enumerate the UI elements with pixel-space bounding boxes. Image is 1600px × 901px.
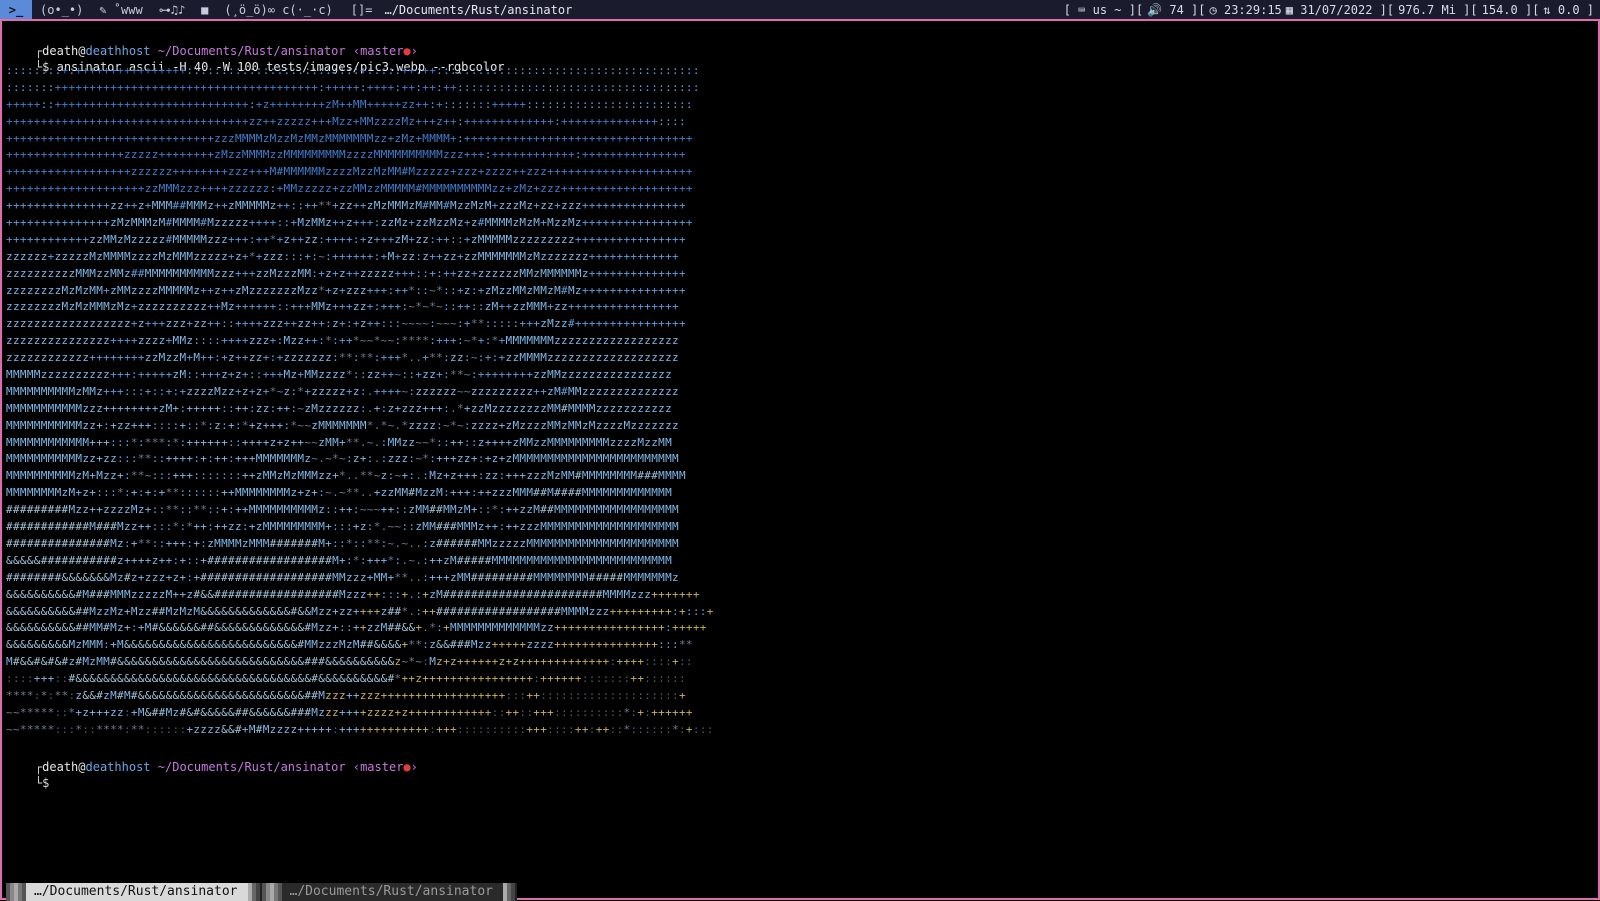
ascii-art-row: ****:*:**:z&&#zM#M#&&&&&&&&&&&&&&&&&&&&&…: [6, 688, 686, 702]
ascii-art-row: &&&&&&&&&MzMMM:+M&&&&&&&&&&&&&&&&&&&&&&&…: [6, 638, 693, 652]
terminal-window[interactable]: ┌death@deathhost ~/Documents/Rust/ansina…: [0, 19, 1600, 901]
prompt-host: deathhost: [85, 760, 151, 774]
prompt-at: @: [78, 760, 86, 774]
ascii-art-row: ~~*****::*+z+++zz:+M&##Mz#&#&&&&&##&&&&&…: [6, 705, 693, 719]
ascii-art-row: +++++++++++++++++zzzzz++++++++zMzzMMMMzz…: [6, 148, 686, 162]
ascii-art-row: zzzzzzzzMzMzMM+zMMzzzzMMMMMz++z++zMzzzzz…: [6, 283, 686, 297]
ascii-art-row: MMMMMzzzzzzzzzz+++:+++++zM::+++z+z+::+++…: [6, 368, 672, 382]
top-status-bar: >_ (o•_•) ✎ ˚www ⊶♫♪ ■ (¸ö_ö)∞ c(·_·c) []= ……: [0, 0, 1600, 19]
git-branch: ‹master: [352, 760, 404, 774]
ascii-art-row: MMMMMMMMMMMzz+zz:::**::++++:+:++:+++MMMM…: [6, 452, 679, 466]
tab-edge-decoration: [6, 883, 26, 901]
ascii-art-row: +++++++++++++++zz++z+MMM##MMMz++zMMMMMz+…: [6, 199, 686, 213]
tab-label: …/Documents/Rust/ansinator: [34, 884, 238, 899]
ascii-art-row: #########Mzz++zzzzMz+::**::**::+:++MMMMM…: [6, 503, 679, 517]
tab-label: …/Documents/Rust/ansinator: [289, 884, 494, 899]
ascii-art-row: ###############Mz:+**::+++:+:zMMMMzMMM##…: [6, 536, 679, 550]
tab-edge-decoration: [247, 883, 262, 901]
ascii-art-row: ########&&&&&&&Mz#z+zzz+z+:+############…: [6, 570, 679, 584]
ascii-art-row: zzzzzzzzMzMzMMMzMz+zzzzzzzzzz++Mz++++++:…: [6, 300, 679, 314]
prompt-symbol: └$: [34, 776, 50, 790]
workspace-list: (o•_•) ✎ ˚www ⊶♫♪ ■ (¸ö_ö)∞ c(·_·c): [32, 3, 341, 17]
system-status: [ ⌨ us ~ ][ 🔊 74 ][ ◷ 23:29:15 ▦ 31/07/2…: [1060, 0, 1594, 19]
workspace-4[interactable]: ■: [193, 3, 216, 17]
ascii-art-row: &&&&&###########z++++z++:+::+###########…: [6, 553, 672, 567]
ascii-art-row: ::::+++::#&&&&&&&&&&&&&&&&&&&&&&&&&&&&&&…: [6, 672, 686, 686]
ascii-art-row: MMMMMMMMMMzMMz+++:::+::+:+zzzzMzz+z+z+*~…: [6, 384, 679, 398]
ascii-art-row: zzzzzzzzzzMMMzzMMz##MMMMMMMMMMzzz+++zzMz…: [6, 266, 686, 280]
ascii-art-row: zzzzzz+zzzzzMzMMMMzzzzMzMMMzzzzz+z+*+zzz…: [6, 249, 679, 263]
ascii-art-row: ::::::::+:++++++++++++++++::::::::::::::…: [6, 64, 700, 77]
ascii-art-row: MMMMMMMMMMMzzz++++++++zM+:+++++::++:zz:+…: [6, 401, 672, 415]
cpu-usage: 154.0 ][: [1481, 2, 1540, 17]
prompt-line-2: ┌death@deathhost ~/Documents/Rust/ansina…: [6, 743, 418, 774]
ascii-art-row: zzzzzzzzzzzz++++++++zzMzzM+M++:+z++zz+:+…: [6, 351, 679, 365]
workspace-2[interactable]: ✎ ˚www: [91, 3, 150, 17]
terminal-tab-2[interactable]: …/Documents/Rust/ansinator: [261, 883, 517, 901]
ascii-art-row: ++++++++++++++++++zzzzzz++++++++zzz+++M#…: [6, 165, 693, 179]
clock-time: ◷ 23:29:15: [1209, 2, 1282, 17]
ascii-art-row: MMMMMMMMMMzM+Mzz+:**~:::+++:::::::++zMMz…: [6, 469, 686, 483]
workspace-1[interactable]: (o•_•): [32, 3, 91, 17]
ascii-art-row: ++++++++++++++++++++zzMMMzzz++++zzzzzz:+…: [6, 182, 693, 196]
ascii-art-row: zzzzzzzzzzzzzzzzzz+z+++zzz+zz++::++++zzz…: [6, 317, 686, 331]
keyboard-layout-indicator[interactable]: [ ⌨ us ~ ][: [1064, 3, 1143, 17]
ascii-art-row: ++++++++++++++++++++++++++++++zzzMMMMzMz…: [6, 131, 693, 145]
ascii-art-row: &&&&&&&&&&#M###MMMzzzzzM++z#&&##########…: [6, 587, 700, 601]
git-branch-close: ›: [410, 760, 418, 774]
ascii-art-row: +++++++++++++++++++++++++++++++++++zz++z…: [6, 114, 686, 128]
tab-edge-decoration: [261, 883, 282, 901]
ascii-art-output: ::::::::+:++++++++++++++++::::::::::::::…: [6, 63, 806, 735]
ascii-art-row: ~~*****:::*::****:**::::::+zzzz&&#+M#Mzz…: [6, 722, 714, 735]
window-title: …/Documents/Rust/ansinator: [384, 2, 573, 17]
layout-indicator[interactable]: []=: [341, 3, 383, 17]
prompt-path: ~/Documents/Rust/ansinator: [157, 760, 346, 774]
ascii-art-row: MMMMMMMMMMMM+++:::*:***:*:++++++::++++z+…: [6, 435, 672, 449]
ascii-art-row: ############M###Mzz++:::*:*++:++zz:+zMMM…: [6, 520, 679, 534]
terminal-logo-icon[interactable]: >_: [0, 0, 32, 19]
ascii-art-row: &&&&&&&&&&##MzzMz+Mzz##MzMzM&&&&&&&&&&&&…: [6, 604, 714, 618]
terminal-tab-1[interactable]: …/Documents/Rust/ansinator: [6, 883, 262, 901]
command-line: └$ ansinator ascii -H 40 -W 100 tests/im…: [6, 43, 505, 74]
terminal-tab-bar: …/Documents/Rust/ansinator …/Documents/Ru…: [6, 883, 517, 901]
network-usage: ⇅ 0.0 ]: [1543, 2, 1594, 17]
ascii-art-row: +++++::++++++++++++++++++++++++++++:+z++…: [6, 97, 693, 111]
ascii-art-row: ++++++++++++zzMMzMzzzzz#MMMMMzzz+++:++*+…: [6, 232, 686, 246]
ascii-art-row: MMMMMMMMzM+z+:::*:+:+:+**::::::++MMMMMMM…: [6, 486, 672, 500]
prompt-input-line[interactable]: └$: [6, 759, 49, 790]
prompt-line-1: ┌death@deathhost ~/Documents/Rust/ansina…: [6, 27, 418, 58]
workspace-5[interactable]: (¸ö_ö)∞ c(·_·c): [216, 3, 340, 17]
ascii-art-row: +++++++++++++++zMzMMMzM#MMMM#Mzzzzz++++:…: [6, 216, 693, 230]
clock-date: ▦ 31/07/2022 ][: [1285, 2, 1395, 17]
ascii-art-row: MMMMMMMMMMMzz+:+zz+++::::+::*:z:+:*+z+++…: [6, 418, 679, 432]
ascii-art-row: zzzzzzzzzzzzzzz++++zzzz+MMz::::++++zzz+:…: [6, 334, 679, 348]
memory-usage: 976.7 Mi ][: [1398, 2, 1478, 17]
volume-indicator[interactable]: 🔊 74 ][: [1147, 3, 1205, 17]
ascii-art-row: M#&&#&#&#z#MzMM#&&&&&&&&&&&&&&&&&&&&&&&&…: [6, 655, 693, 669]
workspace-3[interactable]: ⊶♫♪: [151, 3, 193, 17]
git-dirty-icon: ●: [403, 760, 411, 774]
ascii-art-row: &&&&&&&&&&##MM#Mz+:+M#&&&&&&##&&&&&&&&&&…: [6, 621, 707, 635]
ascii-art-row: :::::::+++++++++++++++++++++++++++++++++…: [6, 80, 700, 94]
tab-edge-decoration: [503, 883, 517, 901]
